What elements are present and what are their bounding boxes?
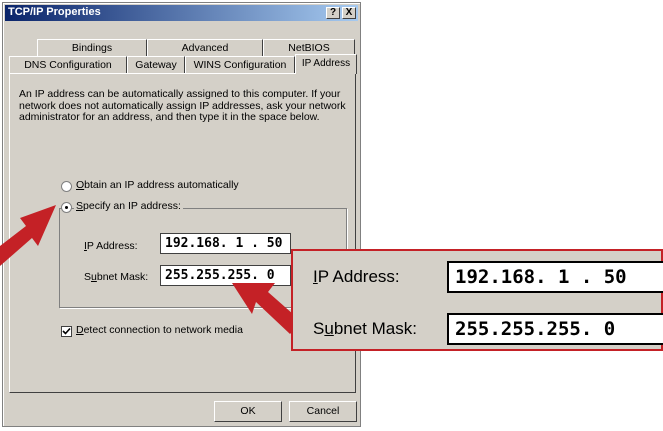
- zoom-ip-address-label: IP Address:: [313, 267, 400, 286]
- arrow-to-specify-radio: [0, 205, 56, 266]
- zoom-ip-address-field: 192.168. 1 . 50: [447, 261, 663, 293]
- radio-selected-dot: [65, 206, 68, 209]
- zoom-subnet-mask-field: 255.255.255. 0: [447, 313, 663, 345]
- specify-ip-label[interactable]: Specify an IP address:: [74, 200, 183, 212]
- tab-ip-address[interactable]: IP Address: [295, 54, 357, 74]
- zoomed-inset: IP Address: 192.168. 1 . 50 Subnet Mask:…: [291, 249, 663, 351]
- specify-ip-radio[interactable]: [61, 202, 72, 213]
- zoom-subnet-mask-label: Subnet Mask:: [313, 319, 417, 338]
